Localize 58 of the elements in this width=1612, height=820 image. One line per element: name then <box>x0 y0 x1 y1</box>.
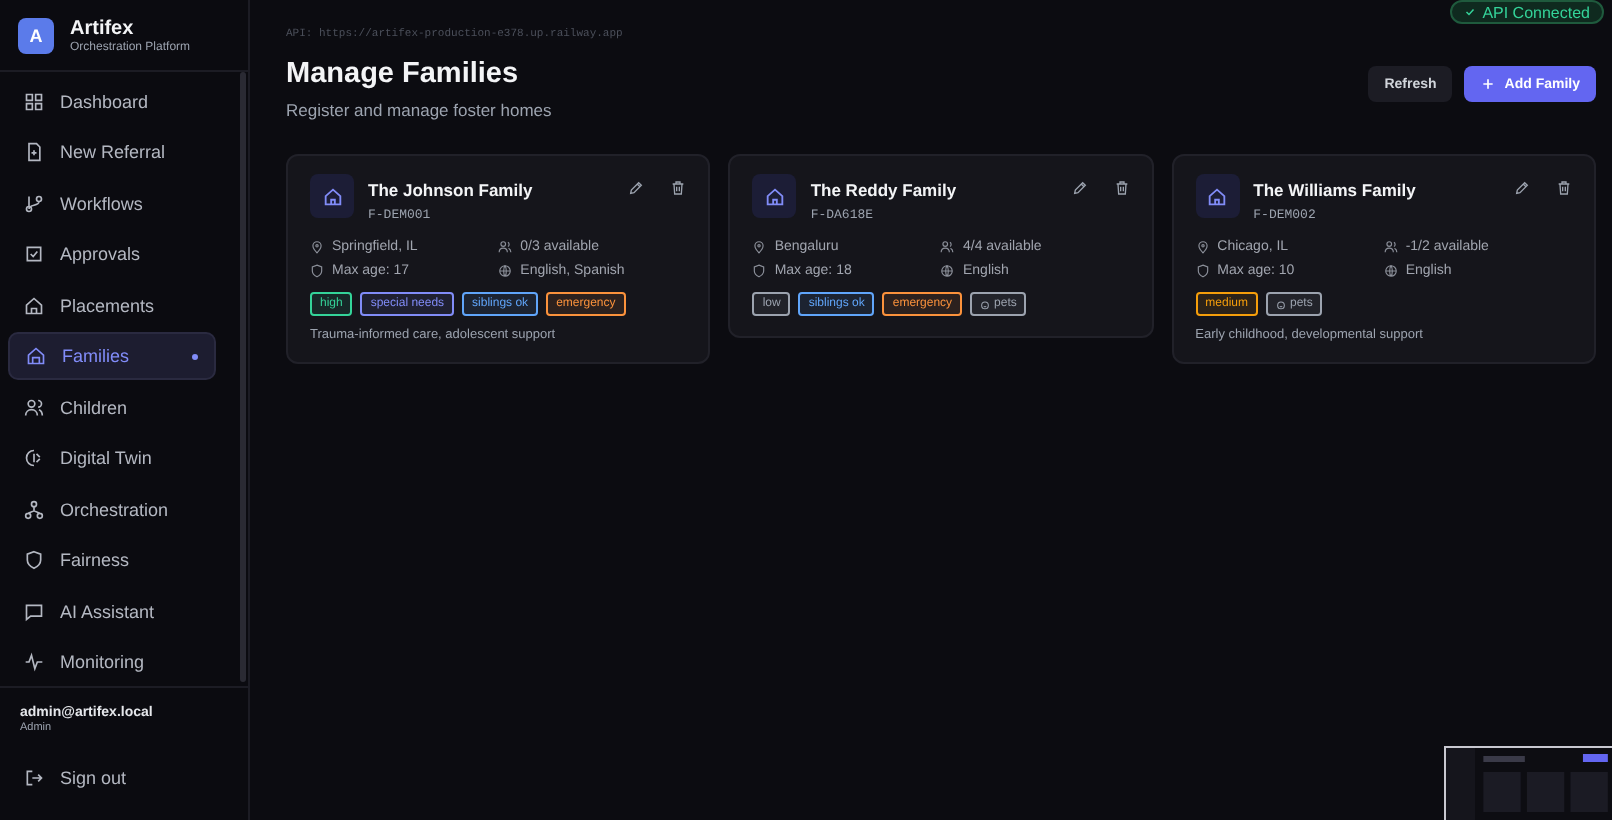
nav-item[interactable]: AI Assistant <box>8 587 216 636</box>
edit-icon[interactable] <box>628 180 645 196</box>
nav-icon <box>24 448 44 469</box>
nav-icon <box>24 244 44 265</box>
logo-badge: A <box>18 18 54 55</box>
nav-item[interactable]: Dashboard <box>8 77 216 126</box>
home-icon <box>752 174 797 218</box>
sign-out-link[interactable]: Sign out <box>8 754 216 800</box>
edit-icon[interactable] <box>1071 180 1088 196</box>
check-icon <box>1464 6 1477 18</box>
nav-item[interactable]: Orchestration <box>8 485 216 534</box>
active-dot <box>192 353 198 360</box>
nav-item[interactable]: Approvals <box>8 230 216 279</box>
shield-icon <box>1195 264 1210 278</box>
globe-icon <box>498 264 513 278</box>
family-name: The Johnson Family <box>368 180 535 200</box>
shield-icon <box>310 264 324 278</box>
page-subtitle: Register and manage foster homes <box>286 100 552 120</box>
nav-icon <box>24 601 44 622</box>
page-title: Manage Families <box>286 58 521 90</box>
location-pin-icon <box>752 240 767 254</box>
people-icon <box>1383 240 1398 254</box>
nav-item[interactable]: Families <box>8 332 216 381</box>
family-name: The Williams Family <box>1253 180 1418 200</box>
delete-icon[interactable] <box>1555 180 1572 196</box>
shield-icon <box>752 264 767 278</box>
nav-item[interactable]: Fairness <box>8 536 216 585</box>
nav-item[interactable]: Placements <box>8 281 216 330</box>
nav-icon <box>24 652 44 673</box>
nav-icon <box>24 499 44 520</box>
nav-icon <box>24 550 44 571</box>
delete-icon[interactable] <box>1113 180 1130 196</box>
nav-icon <box>24 91 44 112</box>
location-pin-icon <box>310 240 324 254</box>
api-status-badge: API Connected <box>1450 0 1604 24</box>
location-pin-icon <box>1195 240 1210 254</box>
sign-out-icon <box>24 767 44 788</box>
globe-icon <box>1383 264 1398 278</box>
nav-icon <box>24 193 44 214</box>
nav-item[interactable]: Children <box>8 383 216 432</box>
globe-icon <box>940 264 955 278</box>
home-icon <box>1195 174 1240 218</box>
nav-item[interactable]: Digital Twin <box>8 434 216 483</box>
home-icon <box>310 174 354 218</box>
brand-name: Artifex <box>70 18 136 41</box>
nav-item[interactable]: New Referral <box>8 128 216 177</box>
nav-icon <box>24 295 44 316</box>
people-icon <box>940 240 955 254</box>
nav-item[interactable]: Monitoring <box>8 638 216 687</box>
nav-icon <box>26 346 46 367</box>
delete-icon[interactable] <box>670 180 687 196</box>
nav-item[interactable]: Workflows <box>8 179 216 228</box>
people-icon <box>498 240 513 254</box>
family-name: The Reddy Family <box>810 180 959 200</box>
nav-icon <box>24 142 44 163</box>
plus-icon <box>1480 76 1497 92</box>
edit-icon[interactable] <box>1513 180 1530 196</box>
nav-icon <box>24 397 44 418</box>
